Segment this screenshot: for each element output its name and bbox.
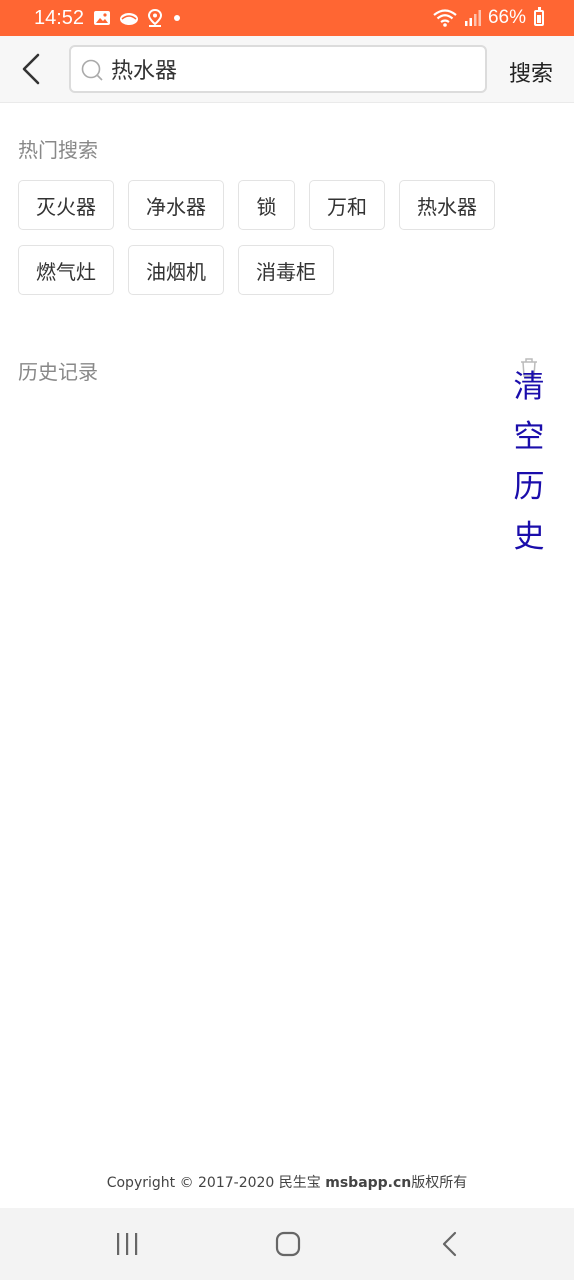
copyright-suffix: 版权所有 — [411, 1175, 468, 1191]
copyright: Copyright © 2017-2020 民生宝 msbapp.cn版权所有 — [0, 1172, 574, 1192]
hot-tag[interactable]: 油烟机 — [128, 245, 224, 295]
search-icon — [81, 59, 103, 81]
location-icon — [147, 9, 163, 27]
back-icon — [442, 1231, 457, 1257]
recent-apps-icon — [117, 1233, 138, 1255]
history-title: 历史记录 — [18, 360, 98, 384]
search-button[interactable]: 搜索 — [509, 56, 553, 88]
copyright-prefix: Copyright © 2017-2020 民生宝 — [106, 1175, 326, 1191]
wifi-icon — [433, 9, 457, 27]
home-button[interactable] — [268, 1230, 308, 1260]
hot-tag[interactable]: 热水器 — [399, 180, 495, 230]
search-box[interactable] — [69, 45, 487, 93]
back-button[interactable] — [14, 50, 50, 88]
home-icon — [275, 1231, 301, 1257]
hot-tag[interactable]: 燃气灶 — [18, 245, 114, 295]
battery-icon — [534, 7, 544, 26]
recent-apps-button[interactable] — [107, 1230, 147, 1260]
signal-icon — [464, 10, 481, 26]
hot-tag[interactable]: 万和 — [309, 180, 385, 230]
copyright-domain[interactable]: msbapp.cn — [325, 1175, 411, 1191]
hot-tag[interactable]: 消毒柜 — [238, 245, 334, 295]
search-input[interactable] — [111, 53, 471, 85]
cloud-icon — [120, 13, 138, 25]
clear-history-label[interactable]: 清空历史 — [512, 362, 546, 562]
hot-tag[interactable]: 锁 — [238, 180, 295, 230]
status-bar: 14:52 66% — [0, 0, 574, 36]
chevron-left-icon — [22, 53, 40, 85]
status-time: 14:52 — [34, 7, 85, 29]
hot-search-title: 热门搜索 — [18, 138, 98, 162]
status-right: 66% — [432, 7, 544, 29]
dot-icon — [174, 15, 180, 21]
system-nav-bar — [0, 1208, 574, 1280]
search-header: 搜索 — [0, 36, 574, 103]
system-back-button[interactable] — [430, 1230, 470, 1260]
hot-tag[interactable]: 净水器 — [128, 180, 224, 230]
notification-icons — [93, 9, 184, 27]
gallery-icon — [94, 11, 110, 25]
battery-percent: 66% — [487, 7, 526, 28]
hot-tag[interactable]: 灭火器 — [18, 180, 114, 230]
